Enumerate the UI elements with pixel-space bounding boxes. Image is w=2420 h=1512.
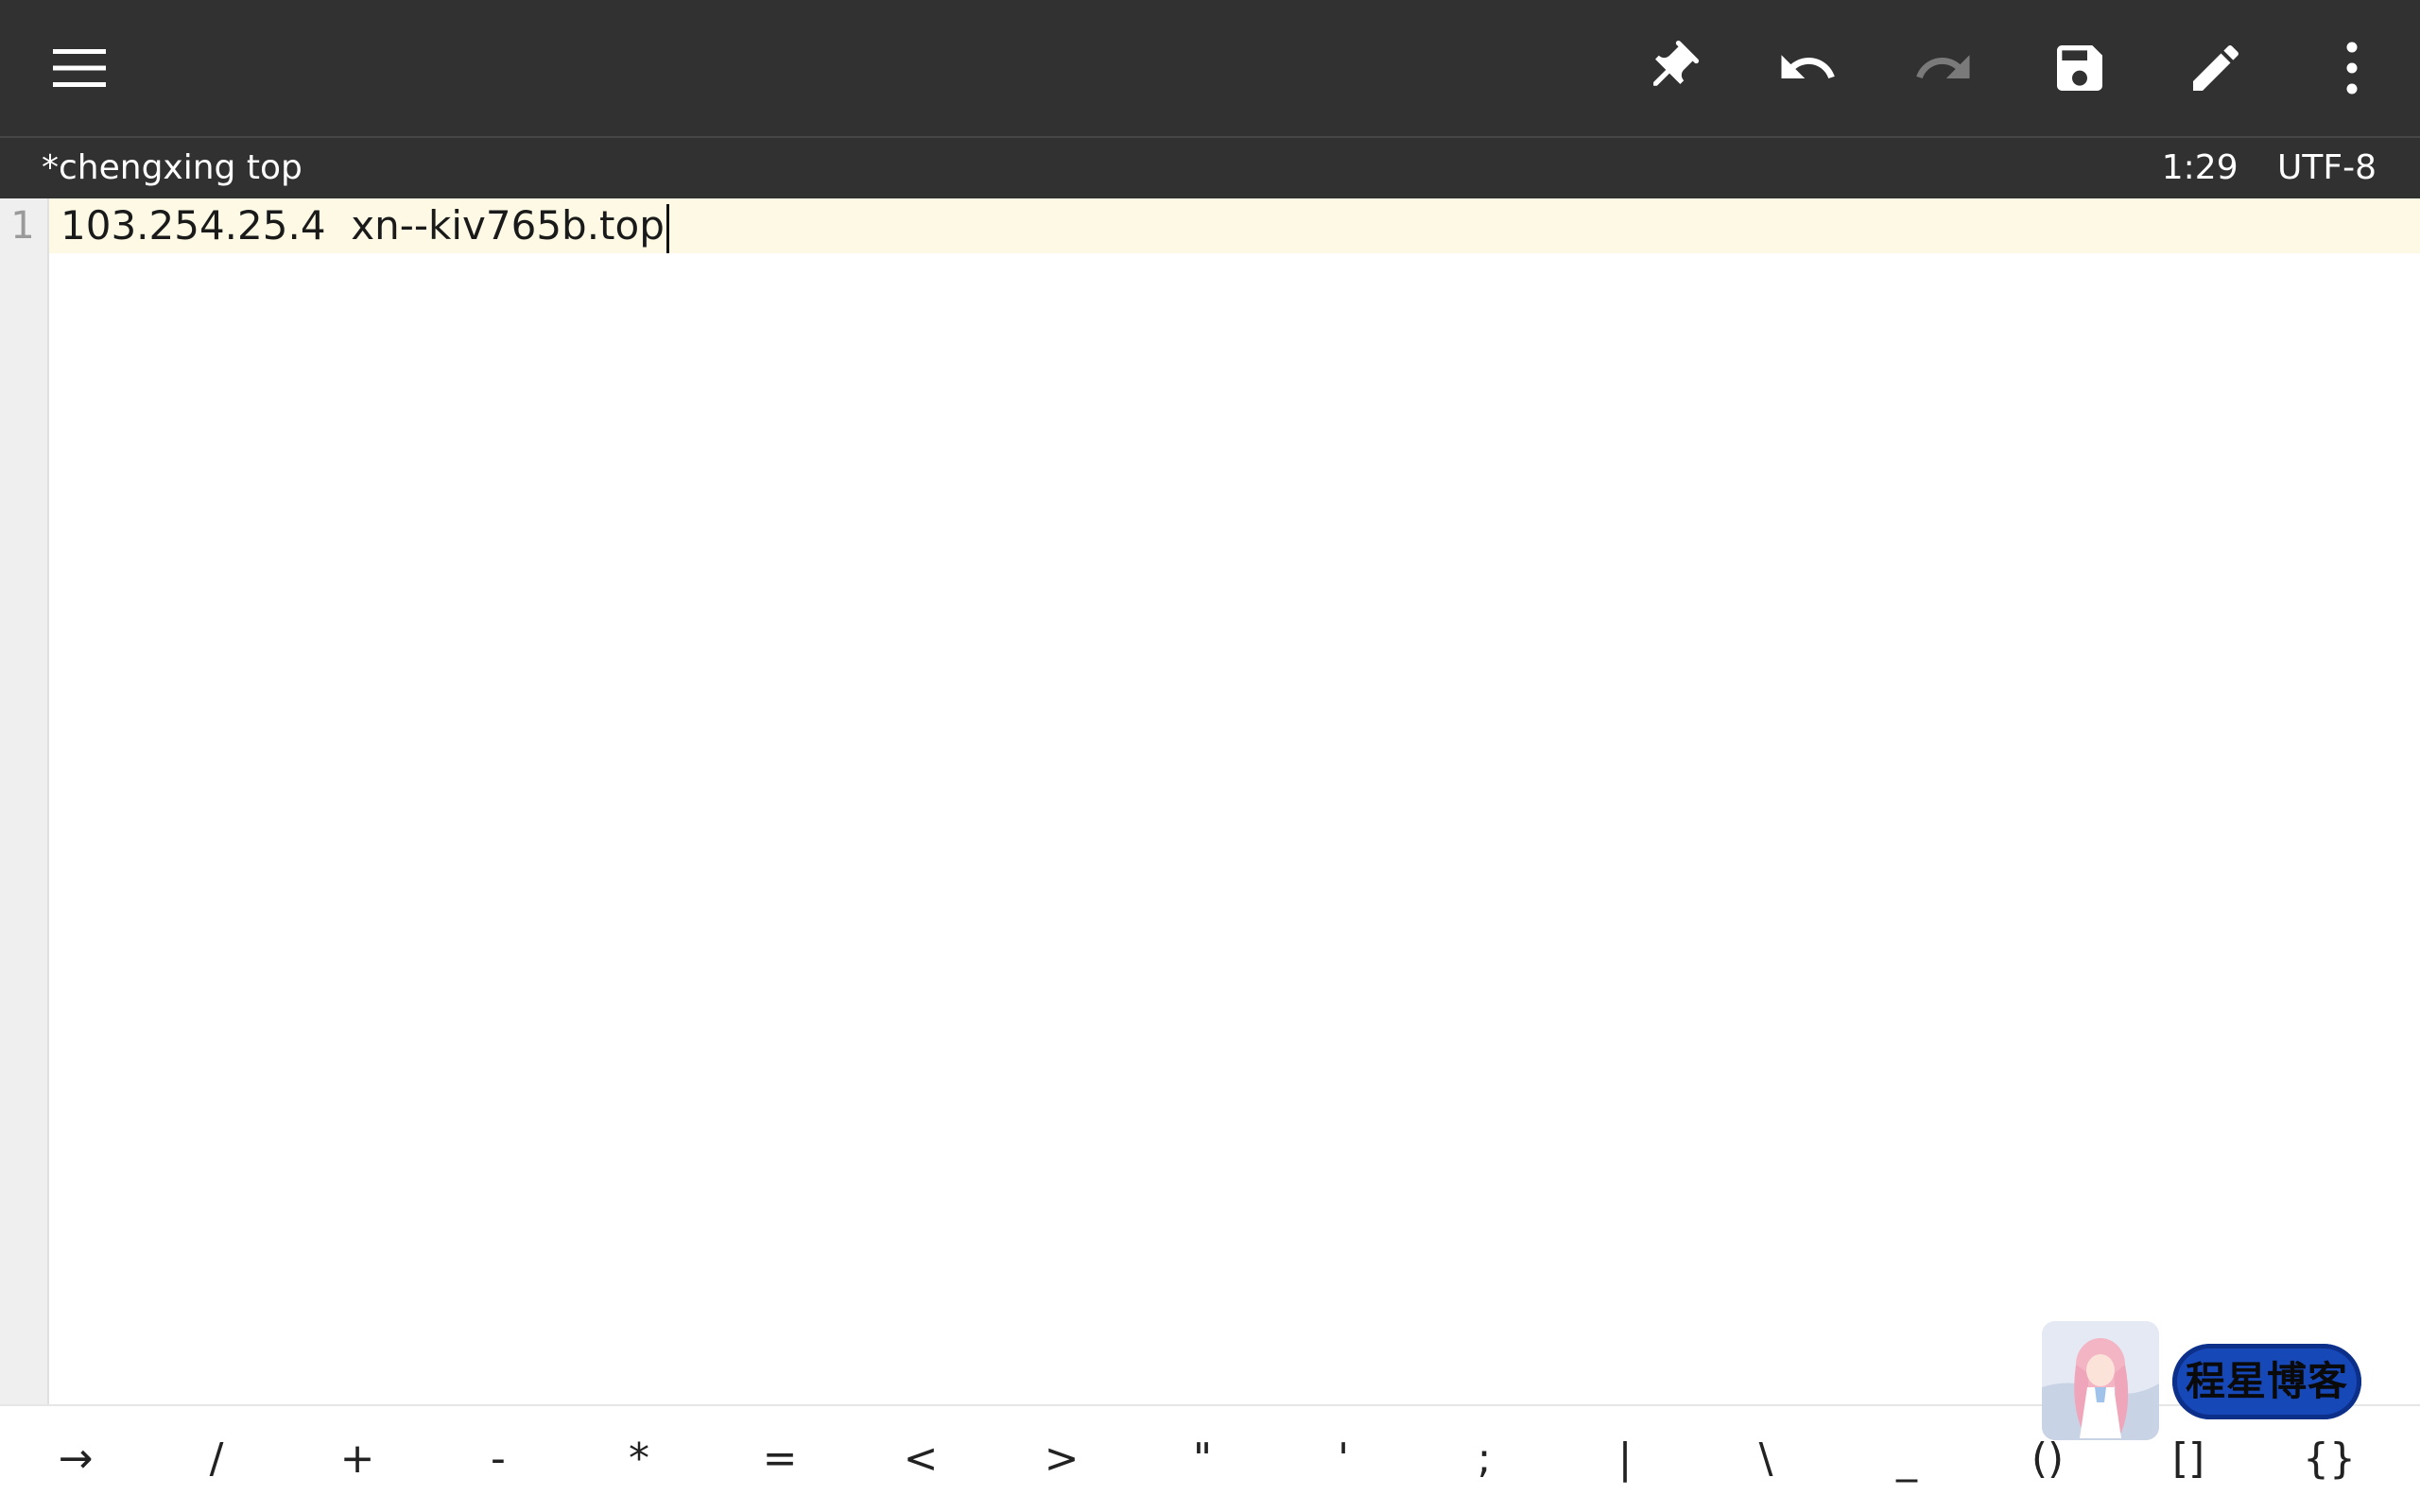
symbol-key[interactable]: " bbox=[1132, 1406, 1272, 1512]
symbol-key[interactable]: * bbox=[569, 1406, 709, 1512]
status-info: 1:29 UTF-8 bbox=[2134, 138, 2377, 198]
watermark-text: 程星博客 bbox=[2172, 1344, 2361, 1419]
cursor-position: 1:29 bbox=[2161, 148, 2238, 187]
edit-icon[interactable] bbox=[2182, 34, 2250, 102]
encoding-label[interactable]: UTF-8 bbox=[2277, 148, 2377, 187]
symbol-key[interactable]: < bbox=[851, 1406, 991, 1512]
line-number: 1 bbox=[10, 204, 35, 248]
watermark-avatar bbox=[2042, 1321, 2159, 1440]
symbol-key[interactable]: \ bbox=[1696, 1406, 1836, 1512]
file-name: *chengxing top bbox=[42, 148, 302, 187]
undo-icon[interactable] bbox=[1773, 34, 1841, 102]
code-line[interactable]: 103.254.25.4 xn--kiv765b.top bbox=[60, 198, 669, 253]
symbol-key[interactable]: + bbox=[287, 1406, 427, 1512]
pin-icon[interactable] bbox=[1637, 34, 1705, 102]
watermark-logo: 程星博客 bbox=[2042, 1321, 2363, 1440]
line-number-gutter: 1 bbox=[0, 198, 49, 1404]
text-cursor bbox=[666, 203, 669, 253]
symbol-key[interactable]: | bbox=[1555, 1406, 1695, 1512]
top-toolbar bbox=[0, 0, 2420, 136]
symbol-key[interactable]: ' bbox=[1273, 1406, 1413, 1512]
status-bar: *chengxing top 1:29 UTF-8 bbox=[0, 136, 2420, 198]
code-line-text: 103.254.25.4 xn--kiv765b.top bbox=[60, 202, 665, 249]
redo-icon[interactable] bbox=[1910, 34, 1978, 102]
symbol-key[interactable]: → bbox=[6, 1406, 146, 1512]
symbol-key[interactable]: = bbox=[710, 1406, 850, 1512]
save-icon[interactable] bbox=[2046, 34, 2114, 102]
more-vert-icon[interactable] bbox=[2318, 34, 2386, 102]
symbol-key[interactable]: / bbox=[147, 1406, 286, 1512]
symbol-key[interactable]: ; bbox=[1414, 1406, 1554, 1512]
symbol-key[interactable]: - bbox=[428, 1406, 568, 1512]
symbol-key[interactable]: > bbox=[992, 1406, 1132, 1512]
menu-icon[interactable] bbox=[45, 34, 113, 102]
editor-area[interactable]: 1 103.254.25.4 xn--kiv765b.top bbox=[0, 198, 2420, 1404]
symbol-key[interactable]: _ bbox=[1837, 1406, 1977, 1512]
